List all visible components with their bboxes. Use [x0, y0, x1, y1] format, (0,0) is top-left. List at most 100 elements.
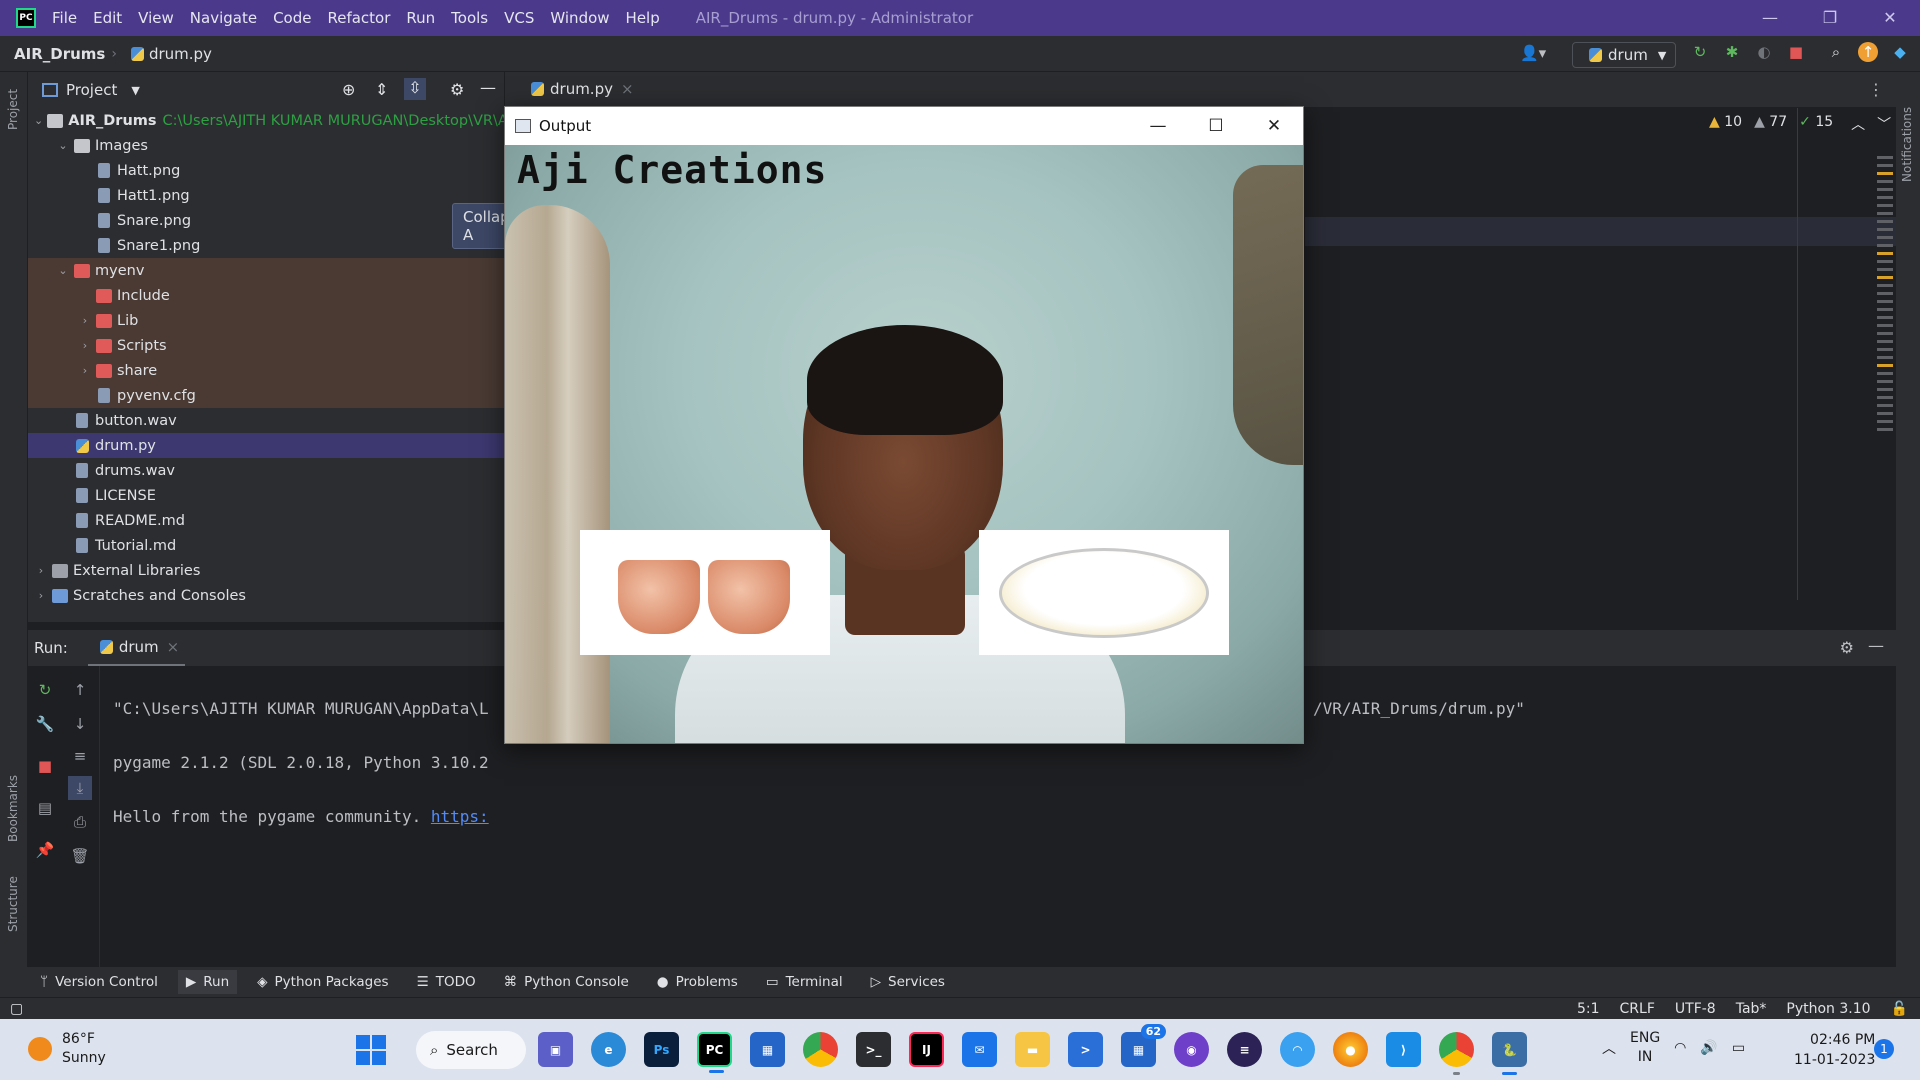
github-desktop-icon[interactable]: ◉ — [1174, 1032, 1209, 1067]
python-window-icon[interactable]: 🐍 — [1492, 1032, 1527, 1075]
firefox-icon[interactable]: ● — [1333, 1032, 1368, 1067]
error-stripe[interactable] — [1877, 156, 1893, 436]
error-stripe-mark[interactable] — [1877, 364, 1893, 367]
indent-setting[interactable]: Tab* — [1736, 1001, 1767, 1017]
terminal-app-icon[interactable]: >_ — [856, 1032, 891, 1067]
error-stripe-mark[interactable] — [1877, 332, 1893, 335]
menu-help[interactable]: Help — [626, 9, 660, 27]
error-stripe-mark[interactable] — [1877, 412, 1893, 415]
intellij-icon[interactable]: IJ — [909, 1032, 944, 1067]
tree-item[interactable]: Snare1.png — [28, 233, 504, 258]
notification-badge[interactable]: 1 — [1874, 1039, 1894, 1059]
error-stripe-mark[interactable] — [1877, 260, 1893, 263]
tool-version-control[interactable]: ᛘ Version Control — [40, 974, 158, 990]
previous-problem-icon[interactable]: ︿ — [1851, 114, 1865, 134]
error-stripe-mark[interactable] — [1877, 396, 1893, 399]
error-stripe-mark[interactable] — [1877, 220, 1893, 223]
debug-icon[interactable]: ✱ — [1722, 42, 1742, 62]
volume-icon[interactable]: 🔊 — [1700, 1040, 1717, 1056]
menu-navigate[interactable]: Navigate — [190, 9, 257, 27]
tree-item[interactable]: README.md — [28, 508, 504, 533]
tool-run[interactable]: ▶ Run — [177, 970, 238, 994]
file-encoding[interactable]: UTF-8 — [1675, 1001, 1716, 1017]
microsoft-store-icon[interactable]: ▦ — [750, 1032, 785, 1067]
error-stripe-mark[interactable] — [1877, 164, 1893, 167]
hide-panel-icon[interactable]: — — [480, 78, 496, 97]
toggle-tool-windows-icon[interactable]: ▢ — [10, 1001, 23, 1017]
error-stripe-mark[interactable] — [1877, 428, 1893, 431]
pycharm-icon[interactable]: PC — [697, 1032, 732, 1073]
notifications-tool-window-label[interactable]: Notifications — [1900, 107, 1914, 182]
powershell-icon[interactable]: > — [1068, 1032, 1103, 1067]
gear-icon[interactable]: ⚙ — [450, 80, 464, 99]
menu-window[interactable]: Window — [550, 9, 609, 27]
error-stripe-mark[interactable] — [1877, 276, 1893, 279]
print-icon[interactable]: ⎙ — [68, 810, 92, 834]
error-stripe-mark[interactable] — [1877, 388, 1893, 391]
close-tab-icon[interactable]: × — [167, 638, 180, 656]
tree-item[interactable]: ⌄ Images — [28, 133, 504, 158]
error-stripe-mark[interactable] — [1877, 348, 1893, 351]
scroll-down-icon[interactable]: ↓ — [68, 712, 92, 736]
run-console-output[interactable]: "C:\Users\AJITH KUMAR MURUGAN\AppData\L /… — [113, 668, 1525, 857]
output-window-titlebar[interactable]: Output — ☐ ✕ — [505, 107, 1303, 145]
rerun-icon[interactable]: ↻ — [33, 678, 57, 702]
tool-todo[interactable]: ☰ TODO — [417, 974, 476, 990]
chrome-profile-icon[interactable] — [1439, 1032, 1474, 1075]
tree-root[interactable]: ⌄ AIR_Drums C:\Users\AJITH KUMAR MURUGAN… — [28, 108, 522, 133]
bookmarks-tool-window-label[interactable]: Bookmarks — [6, 775, 20, 842]
search-everywhere-icon[interactable]: ⌕ — [1826, 42, 1846, 62]
error-stripe-mark[interactable] — [1877, 284, 1893, 287]
scroll-up-icon[interactable]: ↑ — [68, 678, 92, 702]
breadcrumb-project[interactable]: AIR_Drums — [14, 45, 105, 63]
error-stripe-mark[interactable] — [1877, 316, 1893, 319]
output-window[interactable]: Output — ☐ ✕ Aji Creations — [504, 106, 1304, 744]
tree-item[interactable]: Hatt.png — [28, 158, 504, 183]
minimize-button[interactable]: — — [1740, 0, 1800, 36]
menu-refactor[interactable]: Refactor — [327, 9, 390, 27]
error-stripe-mark[interactable] — [1877, 244, 1893, 247]
store-badge-icon[interactable]: ▦ 62 — [1121, 1024, 1166, 1067]
stop-icon[interactable]: ■ — [1786, 42, 1806, 62]
error-stripe-mark[interactable] — [1877, 188, 1893, 191]
account-icon[interactable]: 👤▾ — [1520, 44, 1546, 62]
menu-run[interactable]: Run — [406, 9, 435, 27]
tool-python-packages[interactable]: ◈ Python Packages — [257, 974, 388, 990]
bongo-drum-pad[interactable] — [580, 530, 830, 655]
pygame-link[interactable]: https: — [431, 807, 489, 826]
tool-services[interactable]: ▷ Services — [871, 974, 945, 990]
error-stripe-mark[interactable] — [1877, 212, 1893, 215]
taskbar-search[interactable]: ⌕ Search — [416, 1031, 526, 1069]
select-opened-file-icon[interactable]: ⊕ — [342, 80, 355, 99]
error-stripe-mark[interactable] — [1877, 204, 1893, 207]
tree-item[interactable]: button.wav — [28, 408, 504, 433]
weather-widget[interactable]: 86°F Sunny — [28, 1030, 106, 1068]
run-tab-drum[interactable]: drum × — [87, 630, 186, 666]
tree-item[interactable]: LICENSE — [28, 483, 504, 508]
tree-item[interactable]: › External Libraries — [28, 558, 504, 583]
collapse-all-icon[interactable]: ⇳ — [404, 78, 426, 100]
tree-item[interactable]: drums.wav — [28, 458, 504, 483]
error-stripe-mark[interactable] — [1877, 380, 1893, 383]
language-indicator[interactable]: ENG IN — [1630, 1029, 1660, 1067]
error-stripe-mark[interactable] — [1877, 308, 1893, 311]
show-hidden-icons-icon[interactable]: ︿ — [1602, 1038, 1616, 1058]
run-config-selector[interactable]: drum ▼ — [1572, 42, 1676, 68]
soft-wrap-icon[interactable]: ≡ — [68, 744, 92, 768]
lock-icon[interactable]: 🔓 — [1891, 1001, 1908, 1017]
layout-icon[interactable]: ▤ — [33, 796, 57, 820]
close-button[interactable]: ✕ — [1860, 0, 1920, 36]
wrench-icon[interactable]: 🔧 — [33, 712, 57, 736]
windows-start-icon[interactable] — [356, 1035, 386, 1065]
project-tool-window-label[interactable]: Project — [6, 89, 20, 130]
error-stripe-mark[interactable] — [1877, 172, 1893, 175]
file-explorer-icon[interactable]: ▬ — [1015, 1032, 1050, 1067]
wifi-icon[interactable]: ◠ — [1674, 1040, 1686, 1056]
stop-icon[interactable]: ■ — [33, 754, 57, 778]
snare-drum-pad[interactable] — [979, 530, 1229, 655]
tree-item[interactable]: Snare.png — [28, 208, 504, 233]
menu-vcs[interactable]: VCS — [504, 9, 534, 27]
tree-item[interactable]: ⌄ myenv — [28, 258, 504, 283]
error-stripe-mark[interactable] — [1877, 180, 1893, 183]
rerun-icon[interactable]: ↻ — [1690, 42, 1710, 62]
